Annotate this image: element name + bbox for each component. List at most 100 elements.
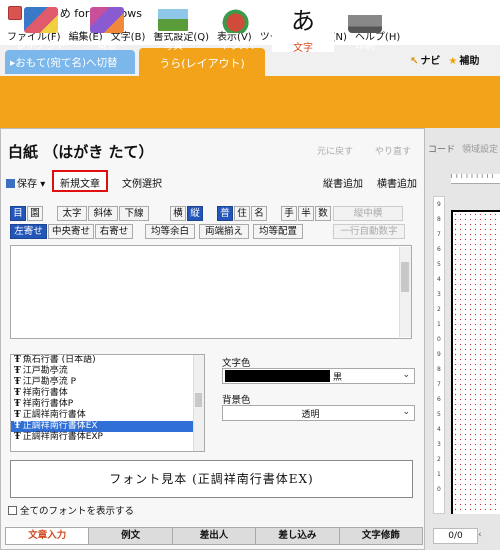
star-icon: ★ xyxy=(448,56,458,67)
font-list-item[interactable]: Ŧ 江戸勘亭流 xyxy=(11,366,204,377)
number-button[interactable]: 数 xyxy=(315,206,331,221)
font-name: 江戸勘亭流 P xyxy=(22,377,76,387)
save-icon xyxy=(6,179,15,188)
navi-button[interactable]: ナビ xyxy=(420,56,440,67)
bg-color-select[interactable]: 透明 ⌄ xyxy=(222,405,415,421)
tool-illust-label: イラスト xyxy=(219,41,259,52)
font-name: 正調祥南行書体EXP xyxy=(22,432,103,442)
navi-arrow-icon: ↖ xyxy=(410,56,419,67)
font-list-item[interactable]: Ŧ 祥南行書体 xyxy=(11,388,204,399)
photo-icon xyxy=(156,7,190,33)
align-left-button[interactable]: 左寄せ xyxy=(10,224,47,239)
font-name: 祥南行書体 xyxy=(22,388,68,398)
half-width-button[interactable]: 半 xyxy=(298,206,314,221)
equal-margin-button[interactable]: 均等余白 xyxy=(145,224,195,239)
text-brush-icon: あ xyxy=(286,7,320,35)
scroll-left-icon[interactable]: ‹ xyxy=(478,530,482,540)
tool-text[interactable]: あ 文字 xyxy=(272,4,334,54)
font-list-item[interactable]: Ŧ 江戸勘亭流 P xyxy=(11,377,204,388)
save-label: 保存 xyxy=(17,179,37,190)
justify-button[interactable]: 両端揃え xyxy=(199,224,249,239)
tool-print-label: 印刷 xyxy=(355,41,375,52)
tool-background[interactable]: 背景 xyxy=(76,4,138,52)
truetype-icon: Ŧ xyxy=(14,366,21,376)
name-mode-button[interactable]: 名 xyxy=(251,206,267,221)
bold-button[interactable]: 太字 xyxy=(57,206,87,221)
switch-to-front-button[interactable]: ▸おもて(宛て名)へ切替 xyxy=(5,50,135,74)
postcard-canvas[interactable] xyxy=(451,210,500,514)
font-list-item[interactable]: Ŧ 正調祥南行書体 xyxy=(11,410,204,421)
format-button[interactable]: 目 xyxy=(10,206,26,221)
normal-mode-button[interactable]: 普 xyxy=(217,206,233,221)
horizontal-write-button[interactable]: 横 xyxy=(170,206,186,221)
code-label[interactable]: コード xyxy=(428,142,455,155)
tab-insert[interactable]: 差し込み xyxy=(256,527,340,545)
tool-layout[interactable]: レイアウト xyxy=(10,4,72,52)
redo-button[interactable]: やり直す xyxy=(375,144,411,157)
align-right-button[interactable]: 右寄せ xyxy=(95,224,133,239)
font-list[interactable]: Ŧ 魚石行書 (日本語) Ŧ 江戸勘亭流 Ŧ 江戸勘亭流 P Ŧ 祥南行書体 Ŧ 祥南行書… xyxy=(10,354,205,452)
truetype-icon: Ŧ xyxy=(14,355,21,365)
add-vertical-button[interactable]: 縦書追加 xyxy=(323,175,363,190)
format-button[interactable]: 園 xyxy=(27,206,43,221)
tool-layout-label: レイアウト xyxy=(16,41,66,52)
distribute-button[interactable]: 均等配置 xyxy=(253,224,303,239)
tool-print[interactable]: 印刷 xyxy=(334,4,396,52)
tab-example[interactable]: 例文 xyxy=(89,527,173,545)
tab-sender[interactable]: 差出人 xyxy=(172,527,257,545)
help-button[interactable]: 補助 xyxy=(459,56,479,67)
tool-text-label: 文字 xyxy=(293,43,313,54)
tab-decoration[interactable]: 文字修飾 xyxy=(339,527,424,545)
font-list-item-selected[interactable]: Ŧ 正調祥南行書体EX xyxy=(11,421,204,432)
align-center-button[interactable]: 中央寄せ xyxy=(48,224,94,239)
save-button[interactable]: 保存 ▾ xyxy=(6,175,45,190)
vertical-ruler: 9 8 7 6 5 4 3 2 1 0 9 8 7 6 5 4 3 2 1 0 xyxy=(433,196,445,514)
navi-links: ↖ ナビ ★ 補助 xyxy=(410,52,479,67)
printer-icon xyxy=(348,7,382,33)
truetype-icon: Ŧ xyxy=(14,399,21,409)
vertical-write-button[interactable]: 縦 xyxy=(187,206,203,221)
font-list-item[interactable]: Ŧ 魚石行書 (日本語) xyxy=(11,355,204,366)
address-mode-button[interactable]: 住 xyxy=(234,206,250,221)
bottom-tabs: 文章入力 例文 差出人 差し込み 文字修飾 xyxy=(5,527,424,545)
area-setting-button[interactable]: 領域設定 xyxy=(462,142,498,155)
tool-illust[interactable]: イラスト xyxy=(208,4,270,52)
truetype-icon: Ŧ xyxy=(14,432,21,442)
chevron-down-icon: ⌄ xyxy=(402,407,410,417)
show-all-fonts-checkbox[interactable]: 全てのフォントを表示する xyxy=(8,503,134,517)
checkbox-icon[interactable] xyxy=(8,506,17,515)
italic-button[interactable]: 斜体 xyxy=(88,206,118,221)
main-toolbar xyxy=(0,76,500,128)
font-list-scroll-thumb[interactable] xyxy=(195,393,202,407)
tab-text-input[interactable]: 文章入力 xyxy=(5,527,90,545)
layout-icon xyxy=(24,7,58,33)
panel-title: 白紙 （はがき たて） xyxy=(8,143,154,161)
truetype-icon: Ŧ xyxy=(14,377,21,387)
text-input-area[interactable] xyxy=(10,245,412,339)
underline-button[interactable]: 下線 xyxy=(119,206,149,221)
tool-photo[interactable]: 写真 xyxy=(142,4,204,52)
bg-color-label: 背景色 xyxy=(222,395,251,406)
truetype-icon: Ŧ xyxy=(14,410,21,420)
tate-chu-yoko-button[interactable]: 縦中横 xyxy=(333,206,403,221)
text-color-label: 文字色 xyxy=(222,358,251,369)
text-scrollbar[interactable] xyxy=(399,247,411,337)
save-dropdown-icon: ▾ xyxy=(40,179,46,190)
text-scroll-thumb[interactable] xyxy=(401,262,409,292)
font-list-item[interactable]: Ŧ 祥南行書体P xyxy=(11,399,204,410)
font-name: 魚石行書 (日本語) xyxy=(22,355,96,365)
text-color-value: 黒 xyxy=(333,373,343,383)
new-document-button[interactable]: 新規文章 xyxy=(52,170,108,192)
bg-color-value: 透明 xyxy=(301,410,320,420)
font-list-item[interactable]: Ŧ 正調祥南行書体EXP xyxy=(11,432,204,443)
add-horizontal-button[interactable]: 横書追加 xyxy=(377,175,417,190)
undo-button[interactable]: 元に戻す xyxy=(317,144,353,157)
show-all-fonts-label: 全てのフォントを表示する xyxy=(20,506,135,517)
tab-back-layout[interactable]: うら(レイアウト) xyxy=(139,48,265,76)
tool-background-label: 背景 xyxy=(97,41,117,52)
hand-button[interactable]: 手 xyxy=(281,206,297,221)
page-counter: 0/0 xyxy=(433,528,478,544)
illust-icon xyxy=(222,7,256,33)
sample-text-button[interactable]: 文例選択 xyxy=(122,175,162,190)
auto-number-button[interactable]: 一行自動数字 xyxy=(333,224,405,239)
